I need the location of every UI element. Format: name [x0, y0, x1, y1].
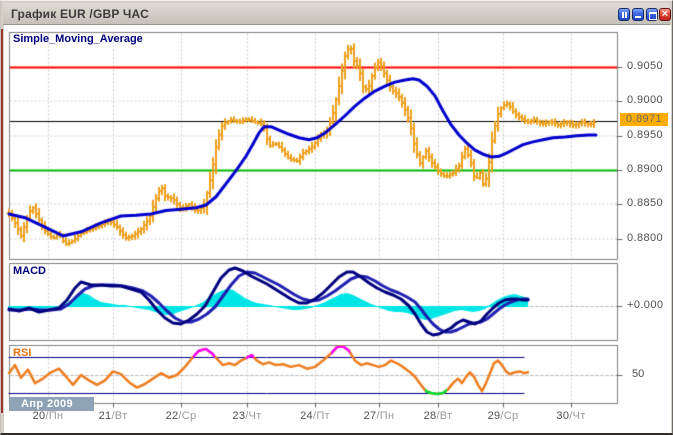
current-price-tag: 0.8971: [620, 113, 668, 126]
close-button[interactable]: ×: [659, 8, 671, 21]
price-axis-label: 0.8850: [627, 197, 663, 209]
sma-indicator-label: Simple_Moving_Average: [13, 33, 143, 45]
maximize-icon: [649, 12, 657, 20]
chart-window: График EUR /GBP ЧАС × Simple_Moving_Aver…: [0, 0, 673, 435]
price-axis-label: 0.8800: [627, 232, 663, 244]
time-axis-label: 30/Чт: [556, 410, 585, 422]
time-axis-label: 23/Чт: [232, 410, 261, 422]
left-edge-strip: [1, 29, 3, 413]
title-bar[interactable]: График EUR /GBP ЧАС ×: [3, 3, 670, 25]
pause-button[interactable]: [618, 8, 630, 21]
minimize-button[interactable]: [632, 8, 644, 21]
price-axis-label: 0.9050: [627, 60, 663, 72]
time-axis-label: 21/Вт: [99, 410, 128, 422]
time-axis-label: 24/Пт: [300, 410, 330, 422]
price-axis-label: 0.9000: [627, 94, 663, 106]
time-axis-label: 29/Ср: [488, 410, 519, 422]
price-axis-label: 0.8900: [627, 163, 663, 175]
window-title: График EUR /GBP ЧАС: [11, 7, 149, 21]
macd-indicator-label: MACD: [13, 265, 46, 277]
chart-client-area: Simple_Moving_Average MACD RSI 0.9050 0.9…: [4, 25, 671, 433]
rsi-indicator-label: RSI: [13, 347, 31, 359]
time-axis-label: 22/Ср: [166, 410, 197, 422]
time-axis-label: 20/Пн: [33, 410, 64, 422]
maximize-button[interactable]: [646, 8, 658, 21]
time-axis-label: 27/Пн: [364, 410, 395, 422]
pause-icon: [622, 12, 624, 18]
rsi-mid-label: 50: [632, 368, 644, 380]
price-axis-label: 0.8950: [627, 129, 663, 141]
time-axis-label: 28/Вт: [424, 410, 453, 422]
chart-canvas[interactable]: [5, 26, 668, 430]
close-icon: ×: [660, 8, 670, 20]
minimize-icon: [635, 16, 641, 18]
macd-zero-label: +0.000: [627, 299, 663, 311]
month-badge: Апр 2009: [9, 397, 94, 411]
